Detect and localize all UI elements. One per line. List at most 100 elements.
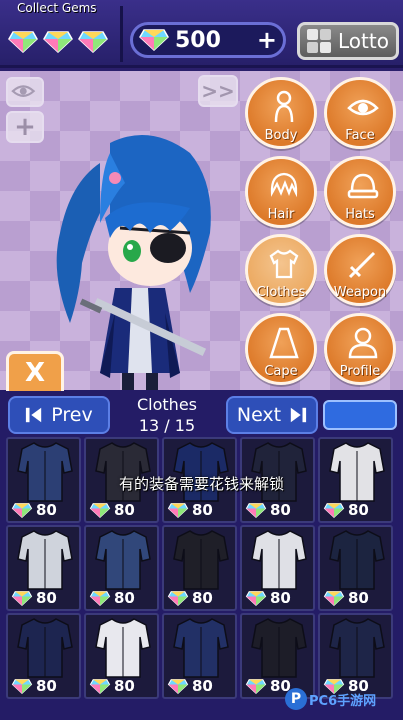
add-character-button[interactable]: + bbox=[6, 111, 44, 143]
sword-icon bbox=[348, 251, 376, 279]
gem-icon bbox=[167, 502, 189, 518]
category-face-button[interactable]: Face bbox=[324, 77, 396, 149]
clothing-item[interactable]: 80 bbox=[6, 525, 81, 611]
clothing-icon bbox=[329, 530, 385, 590]
gem-icon bbox=[245, 590, 267, 606]
clothing-item[interactable]: 80 bbox=[318, 525, 393, 611]
item-price: 80 bbox=[323, 501, 369, 519]
price-value: 80 bbox=[36, 589, 57, 607]
item-price: 80 bbox=[167, 501, 213, 519]
lotto-label: Lotto bbox=[338, 29, 389, 53]
category-hats-button[interactable]: Hats bbox=[324, 156, 396, 228]
price-value: 80 bbox=[114, 589, 135, 607]
top-bar: Collect Gems 500 + Lotto bbox=[0, 0, 403, 68]
clothing-item[interactable]: 80 bbox=[6, 613, 81, 699]
prev-page-button[interactable]: Prev bbox=[8, 396, 110, 434]
cape-icon bbox=[269, 327, 299, 359]
clothing-item[interactable]: 80 bbox=[162, 613, 237, 699]
clothing-icon bbox=[95, 530, 151, 590]
price-value: 80 bbox=[36, 677, 57, 695]
price-value: 80 bbox=[192, 501, 213, 519]
gem-icon bbox=[323, 502, 345, 518]
collect-gems-button[interactable] bbox=[8, 31, 108, 53]
gem-icon bbox=[323, 590, 345, 606]
category-label: Body bbox=[264, 128, 298, 143]
profile-icon bbox=[348, 327, 378, 359]
item-price: 80 bbox=[89, 589, 135, 607]
close-panel-button[interactable]: X bbox=[6, 351, 64, 391]
gem-icon bbox=[43, 31, 73, 53]
page-indicator: 13 / 15 bbox=[138, 416, 196, 435]
price-value: 80 bbox=[348, 589, 369, 607]
clothing-item[interactable]: 80 bbox=[240, 525, 315, 611]
collect-gems-label: Collect Gems bbox=[17, 1, 97, 15]
clothing-item[interactable]: 80 bbox=[318, 613, 393, 699]
category-label: Cape bbox=[264, 364, 298, 379]
item-price: 80 bbox=[89, 677, 135, 695]
eye-icon bbox=[347, 99, 379, 116]
lotto-icon bbox=[307, 29, 331, 53]
category-label: Face bbox=[345, 128, 375, 143]
collapse-menu-button[interactable]: >> bbox=[198, 75, 238, 107]
lotto-button[interactable]: Lotto bbox=[297, 22, 399, 60]
item-panel: Prev Clothes 13 / 15 Next 80 80 80 80 80 80 80… bbox=[0, 390, 403, 720]
item-price: 80 bbox=[245, 677, 291, 695]
gem-icon bbox=[78, 31, 108, 53]
category-profile-button[interactable]: Profile bbox=[324, 313, 396, 385]
category-cape-button[interactable]: Cape bbox=[245, 313, 317, 385]
clothing-icon bbox=[251, 530, 307, 590]
clothing-item[interactable]: 80 bbox=[162, 525, 237, 611]
gem-icon bbox=[89, 678, 111, 694]
price-value: 80 bbox=[36, 501, 57, 519]
category-hair-button[interactable]: Hair bbox=[245, 156, 317, 228]
item-price: 80 bbox=[167, 589, 213, 607]
clothing-icon bbox=[173, 618, 229, 678]
character-figure[interactable] bbox=[40, 123, 230, 393]
category-label: Hair bbox=[267, 207, 295, 222]
gem-icon bbox=[11, 590, 33, 606]
item-price: 80 bbox=[11, 501, 57, 519]
clothing-icon bbox=[17, 618, 73, 678]
hat-icon bbox=[347, 173, 379, 199]
toggle-visibility-button[interactable] bbox=[6, 77, 44, 107]
gem-icon bbox=[11, 502, 33, 518]
gem-icon bbox=[167, 590, 189, 606]
gem-count: 500 bbox=[175, 27, 221, 53]
shirt-icon bbox=[269, 249, 299, 279]
gem-icon bbox=[8, 31, 38, 53]
next-page-button[interactable]: Next bbox=[226, 396, 318, 434]
gem-counter: 500 + bbox=[130, 22, 286, 58]
extra-button[interactable] bbox=[323, 400, 397, 430]
price-value: 80 bbox=[270, 589, 291, 607]
watermark: P PC6手游网 bbox=[285, 688, 376, 710]
buy-gems-button[interactable]: + bbox=[257, 28, 277, 52]
clothing-item[interactable]: 80 bbox=[240, 613, 315, 699]
next-arrow-icon bbox=[290, 407, 307, 423]
clothing-icon bbox=[251, 618, 307, 678]
category-label: Clothes bbox=[256, 285, 306, 300]
next-label: Next bbox=[236, 404, 282, 426]
category-clothes-button[interactable]: Clothes bbox=[245, 234, 317, 306]
item-price: 80 bbox=[245, 589, 291, 607]
item-price: 80 bbox=[11, 677, 57, 695]
clothing-icon bbox=[329, 618, 385, 678]
character-stage: + >> Body Face Hair Hats Clothes Weapon … bbox=[0, 71, 403, 393]
clothing-icon bbox=[17, 530, 73, 590]
clothing-item[interactable]: 80 bbox=[84, 525, 159, 611]
price-value: 80 bbox=[348, 501, 369, 519]
topbar-divider bbox=[120, 6, 123, 62]
clothing-item[interactable]: 80 bbox=[84, 613, 159, 699]
category-label: Weapon bbox=[333, 285, 387, 300]
panel-title: Clothes 13 / 15 bbox=[112, 394, 222, 436]
item-price: 80 bbox=[89, 501, 135, 519]
gem-icon bbox=[11, 678, 33, 694]
gem-icon bbox=[89, 590, 111, 606]
watermark-logo: P bbox=[285, 688, 307, 710]
clothing-icon bbox=[173, 530, 229, 590]
category-body-button[interactable]: Body bbox=[245, 77, 317, 149]
price-value: 80 bbox=[114, 677, 135, 695]
price-value: 80 bbox=[192, 677, 213, 695]
item-price: 80 bbox=[245, 501, 291, 519]
gem-icon bbox=[89, 502, 111, 518]
category-weapon-button[interactable]: Weapon bbox=[324, 234, 396, 306]
